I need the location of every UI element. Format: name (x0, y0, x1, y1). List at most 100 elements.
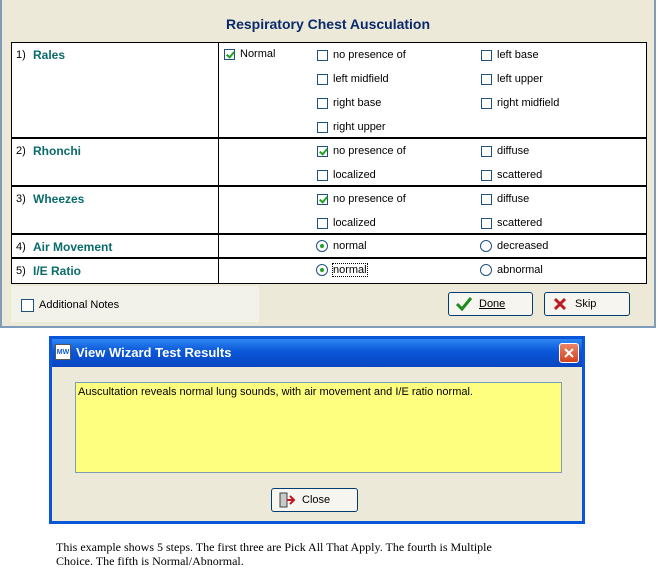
caption-line-1: This example shows 5 steps. The first th… (56, 540, 492, 554)
additional-notes-label: Additional Notes (39, 299, 120, 311)
option-label: diffuse (497, 193, 530, 205)
step-number: 5) (16, 265, 26, 277)
done-button[interactable]: Done (448, 292, 533, 316)
exit-door-icon (278, 492, 296, 508)
step-name-rhonchi: Rhonchi (33, 144, 81, 158)
dialog-title-bar[interactable]: MW View Wizard Test Results (52, 339, 582, 367)
option-no-presence-of[interactable]: no presence of (317, 47, 406, 63)
caption-text: This example shows 5 steps. The first th… (56, 540, 616, 568)
step-row-wheezes: 3) Wheezes no presence of diffuse locali… (12, 187, 646, 235)
option-label: left upper (497, 73, 543, 85)
option-left-base[interactable]: left base (481, 47, 539, 63)
option-label: no presence of (333, 145, 406, 157)
option-label: Normal (240, 48, 276, 60)
results-dialog: MW View Wizard Test Results Auscultation… (49, 336, 585, 524)
checkbox-checked[interactable] (317, 193, 328, 205)
option-label: no presence of (333, 49, 406, 61)
checkbox[interactable] (481, 97, 492, 109)
skip-label: Skip (575, 298, 597, 310)
option-label: right midfield (497, 97, 560, 109)
step-number: 4) (16, 241, 26, 253)
option-right-upper[interactable]: right upper (317, 119, 386, 135)
option-diffuse[interactable]: diffuse (481, 143, 529, 159)
option-decreased[interactable]: decreased (480, 238, 548, 254)
option-no-presence-of[interactable]: no presence of (317, 191, 406, 207)
option-left-upper[interactable]: left upper (481, 71, 543, 87)
step-name-ie-ratio: I/E Ratio (33, 264, 82, 278)
option-abnormal[interactable]: abnormal (480, 262, 543, 278)
option-normal[interactable]: normal (316, 238, 367, 254)
step-label-cell: 1) Rales (12, 43, 219, 137)
option-label: left base (497, 49, 539, 61)
radio-selected[interactable] (316, 240, 328, 252)
x-icon (551, 296, 569, 312)
step-number: 2) (16, 145, 26, 157)
option-normal[interactable]: Normal (224, 46, 275, 62)
results-text: Auscultation reveals normal lung sounds,… (78, 386, 473, 398)
option-diffuse[interactable]: diffuse (481, 191, 529, 207)
steps-grid: 1) Rales Normal no presence of left base… (11, 42, 647, 284)
option-localized[interactable]: localized (317, 167, 376, 183)
option-label: decreased (497, 240, 549, 252)
step-label-cell: 4) Air Movement (12, 235, 219, 257)
step-label-cell: 2) Rhonchi (12, 139, 219, 185)
option-label: scattered (497, 217, 543, 229)
radio-selected[interactable] (316, 264, 328, 276)
step-row-rales: 1) Rales Normal no presence of left base… (12, 43, 646, 139)
option-label: right base (333, 97, 382, 109)
step-row-ie-ratio: 5) I/E Ratio normal abnormal (12, 259, 646, 283)
checkbox[interactable] (481, 217, 492, 229)
option-normal[interactable]: normal (316, 262, 368, 278)
checkbox[interactable] (481, 193, 492, 205)
checkbox[interactable] (481, 145, 492, 157)
step-label-cell: 5) I/E Ratio (12, 259, 219, 283)
option-label: diffuse (497, 145, 530, 157)
checkbox[interactable] (317, 121, 328, 133)
step-number: 1) (16, 49, 26, 61)
additional-notes-panel: Additional Notes (11, 286, 259, 322)
option-right-midfield[interactable]: right midfield (481, 95, 559, 111)
checkbox[interactable] (481, 169, 492, 181)
step-row-rhonchi: 2) Rhonchi no presence of diffuse locali… (12, 139, 646, 187)
option-label: scattered (497, 169, 543, 181)
step-row-air-movement: 4) Air Movement normal decreased (12, 235, 646, 259)
checkbox[interactable] (21, 298, 34, 312)
checkbox[interactable] (317, 217, 328, 229)
checkbox[interactable] (481, 73, 492, 85)
option-scattered[interactable]: scattered (481, 167, 542, 183)
close-label: Close (302, 494, 331, 506)
step-name-wheezes: Wheezes (33, 192, 85, 206)
step-number: 3) (16, 193, 26, 205)
checkbox[interactable] (317, 169, 328, 181)
checkbox[interactable] (317, 73, 328, 85)
wizard-title: Respiratory Chest Ausculation (225, 16, 431, 32)
results-textbox[interactable]: Auscultation reveals normal lung sounds,… (75, 382, 562, 473)
ausculation-wizard-window: Respiratory Chest Ausculation 1) Rales N… (0, 0, 656, 328)
checkbox[interactable] (317, 49, 328, 61)
app-icon: MW (55, 344, 71, 360)
step-name-rales: Rales (33, 48, 66, 62)
option-label: normal (333, 240, 367, 252)
step-label-cell: 3) Wheezes (12, 187, 219, 233)
checkmark-icon (455, 296, 473, 312)
radio[interactable] (480, 264, 492, 276)
close-button[interactable]: Close (271, 488, 358, 512)
caption-line-2: Choice. The fifth is Normal/Abnormal. (56, 554, 244, 568)
checkbox[interactable] (481, 49, 492, 61)
option-right-base[interactable]: right base (317, 95, 381, 111)
window-close-button[interactable] (559, 343, 579, 363)
option-label: abnormal (497, 264, 543, 276)
checkbox-checked[interactable] (317, 145, 328, 157)
option-no-presence-of[interactable]: no presence of (317, 143, 406, 159)
option-scattered[interactable]: scattered (481, 215, 542, 231)
step-name-air-movement: Air Movement (33, 240, 113, 254)
checkbox[interactable] (317, 97, 328, 109)
option-left-midfield[interactable]: left midfield (317, 71, 389, 87)
skip-button[interactable]: Skip (544, 292, 630, 316)
radio[interactable] (480, 240, 492, 252)
option-localized[interactable]: localized (317, 215, 376, 231)
checkbox-checked[interactable] (224, 48, 235, 60)
additional-notes-option[interactable]: Additional Notes (21, 297, 119, 313)
option-label: right upper (333, 121, 386, 133)
option-label: localized (333, 217, 376, 229)
